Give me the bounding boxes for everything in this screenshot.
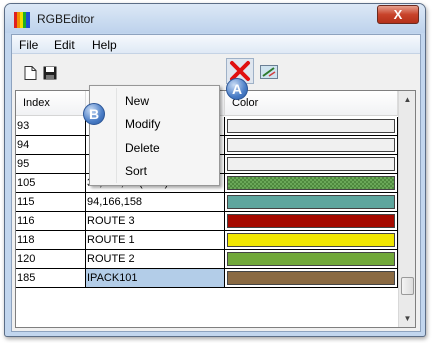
color-swatch (227, 119, 395, 133)
menu-file[interactable]: File (19, 38, 38, 52)
callout-a-badge: A (226, 78, 248, 100)
color-cell[interactable] (225, 117, 398, 136)
color-cell[interactable] (225, 231, 398, 250)
index-cell: 115 (16, 193, 86, 212)
menu-item-sort[interactable]: Sort (125, 164, 147, 178)
index-cell: 118 (16, 231, 86, 250)
index-cell: 93 (16, 117, 86, 136)
index-cell: 95 (16, 155, 86, 174)
color-cell[interactable] (225, 269, 398, 288)
column-header-index[interactable]: Index (16, 91, 86, 116)
index-cell: 105 (16, 174, 86, 193)
menu-edit[interactable]: Edit (54, 38, 75, 52)
color-cell[interactable] (225, 193, 398, 212)
index-cell: 116 (16, 212, 86, 231)
menu-item-new[interactable]: New (125, 94, 149, 108)
callout-b-badge: B (83, 103, 105, 125)
color-swatch (227, 138, 395, 152)
menu-help[interactable]: Help (92, 38, 117, 52)
title-bar[interactable]: RGBEditor X (5, 4, 425, 33)
color-cell[interactable] (225, 250, 398, 269)
table-row[interactable]: 118 ROUTE 1 (16, 231, 398, 250)
color-swatch (227, 195, 395, 209)
app-rainbow-icon (14, 12, 30, 28)
color-swatch (227, 176, 395, 190)
name-cell[interactable]: 94,166,158 (86, 193, 225, 212)
scroll-down-icon[interactable]: ▼ (399, 310, 415, 327)
edit-color-icon[interactable] (260, 65, 278, 79)
color-cell[interactable] (225, 212, 398, 231)
menu-item-modify[interactable]: Modify (125, 117, 160, 131)
menu-bar: File Edit Help (12, 35, 420, 54)
name-cell[interactable]: ROUTE 2 (86, 250, 225, 269)
color-swatch (227, 252, 395, 266)
index-cell: 120 (16, 250, 86, 269)
toolbar (12, 55, 420, 87)
name-cell[interactable]: ROUTE 3 (86, 212, 225, 231)
menu-gutter (116, 88, 117, 183)
name-cell[interactable]: IPACK101 (86, 269, 225, 288)
color-cell[interactable] (225, 155, 398, 174)
vertical-scrollbar[interactable]: ▲ ▼ (398, 91, 415, 327)
color-cell[interactable] (225, 136, 398, 155)
color-swatch (227, 271, 395, 285)
scroll-thumb[interactable] (401, 277, 414, 295)
client-area: File Edit Help Index Color 93 94 95 105 … (11, 34, 421, 332)
rgbeditor-window: RGBEditor X File Edit Help Index Color 9… (4, 3, 426, 337)
close-button[interactable]: X (377, 5, 419, 24)
color-swatch (227, 233, 395, 247)
window-title: RGBEditor (37, 12, 95, 26)
column-header-color[interactable]: Color (225, 91, 398, 116)
menu-item-delete[interactable]: Delete (125, 141, 160, 155)
name-cell[interactable]: ROUTE 1 (86, 231, 225, 250)
scroll-up-icon[interactable]: ▲ (399, 91, 415, 108)
table-row[interactable]: 120 ROUTE 2 (16, 250, 398, 269)
color-cell[interactable] (225, 174, 398, 193)
color-swatch (227, 157, 395, 171)
table-row-selected[interactable]: 185 IPACK101 (16, 269, 398, 288)
save-icon[interactable] (43, 66, 57, 80)
table-row[interactable]: 115 94,166,158 (16, 193, 398, 212)
index-cell: 185 (16, 269, 86, 288)
color-swatch (227, 214, 395, 228)
index-cell: 94 (16, 136, 86, 155)
table-row[interactable]: 116 ROUTE 3 (16, 212, 398, 231)
context-menu: New Modify Delete Sort (89, 85, 220, 186)
new-doc-icon[interactable] (24, 66, 37, 80)
